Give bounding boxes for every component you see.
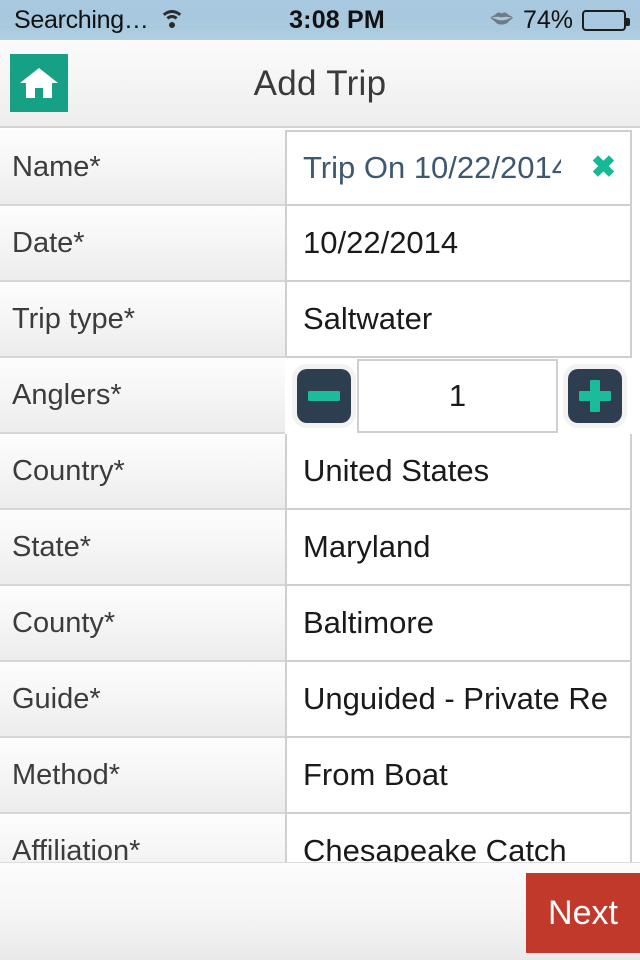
affiliation-value: Chesapeake Catch [303,833,567,862]
form-row-trip-type: Trip type* Saltwater [0,282,640,358]
form-row-date: Date* 10/22/2014 [0,206,640,282]
guide-value: Unguided - Private Re [303,681,608,716]
form-row-guide: Guide* Unguided - Private Re [0,662,640,738]
form-row-affiliation: Affiliation* Chesapeake Catch [0,814,640,862]
app-header: Add Trip [0,40,640,128]
field-label: Country* [0,434,285,510]
trip-type-select[interactable]: Saltwater [285,282,632,358]
country-select[interactable]: United States [285,434,632,510]
method-select[interactable]: From Boat [285,738,632,814]
field-label: Affiliation* [0,814,285,862]
carrier-label: Searching… [14,5,149,34]
minus-icon [308,391,340,401]
increment-button[interactable] [568,369,622,423]
bluetooth-icon: 🗢 [489,6,514,33]
form-row-country: Country* United States [0,434,640,510]
trip-type-value: Saltwater [303,301,433,336]
clear-icon[interactable]: ✖ [591,153,616,183]
battery-percent-label: 74% [522,5,573,34]
form-row-state: State* Maryland [0,510,640,586]
form-row-anglers: Anglers* 1 [0,358,640,434]
field-label: State* [0,510,285,586]
field-label: Date* [0,206,285,282]
anglers-input[interactable]: 1 [357,359,558,433]
country-value: United States [303,453,490,488]
status-bar-left: Searching… [14,6,185,35]
field-label: Trip type* [0,282,285,358]
field-label: Method* [0,738,285,814]
form-row-name: Name* Trip On 10/22/2014 ✖ [0,130,640,206]
date-input[interactable]: 10/22/2014 [285,206,632,282]
county-select[interactable]: Baltimore [285,586,632,662]
date-value: 10/22/2014 [303,225,459,260]
state-value: Maryland [303,529,431,564]
guide-select[interactable]: Unguided - Private Re [285,662,632,738]
county-value: Baltimore [303,605,434,640]
anglers-value: 1 [448,378,467,413]
trip-name-value: Trip On 10/22/2014 [303,150,561,185]
wifi-icon [158,10,185,30]
plus-icon [579,380,611,412]
field-label: County* [0,586,285,662]
form-scroll-area[interactable]: Name* Trip On 10/22/2014 ✖ Date* 10/22/2… [0,130,640,862]
field-label: Guide* [0,662,285,738]
method-value: From Boat [303,757,448,792]
page-title: Add Trip [253,64,387,103]
field-label: Name* [0,130,285,206]
field-label: Anglers* [0,358,285,434]
trip-name-input[interactable]: Trip On 10/22/2014 ✖ [285,130,632,206]
status-bar: Searching… 3:08 PM 🗢 74% [0,0,640,40]
footer-bar: Next [0,862,640,960]
status-bar-right: 🗢 74% [489,5,630,35]
next-button[interactable]: Next [526,873,640,953]
battery-icon [582,9,630,31]
state-select[interactable]: Maryland [285,510,632,586]
status-bar-time: 3:08 PM [289,5,385,34]
anglers-stepper: 1 [285,358,632,434]
affiliation-select[interactable]: Chesapeake Catch [285,814,632,862]
decrement-button[interactable] [297,369,351,423]
app-screen: Searching… 3:08 PM 🗢 74% Add Trip Name* … [0,0,640,960]
form-row-method: Method* From Boat [0,738,640,814]
form-row-county: County* Baltimore [0,586,640,662]
